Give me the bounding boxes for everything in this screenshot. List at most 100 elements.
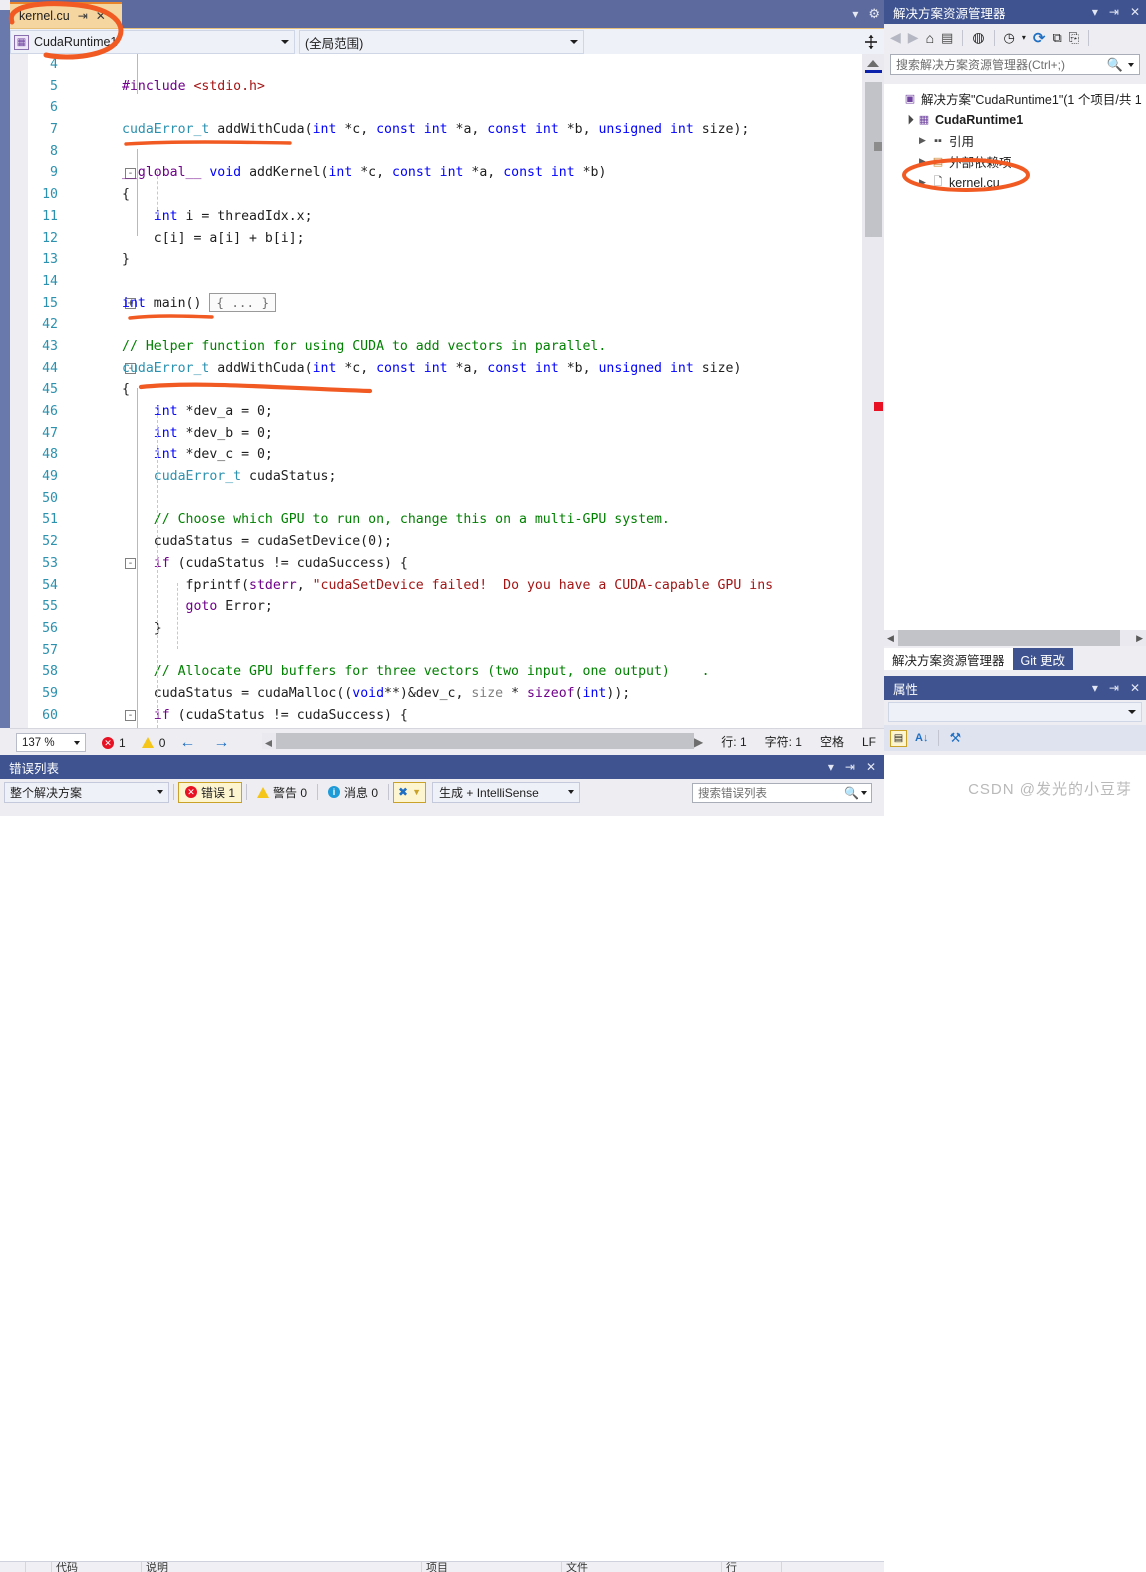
forward-icon[interactable]: ▶ — [908, 29, 919, 46]
pending-changes-icon[interactable]: ◷ — [1004, 30, 1015, 46]
back-icon[interactable]: ◀ — [890, 29, 901, 46]
scroll-right-icon[interactable]: ▶ — [1136, 633, 1143, 644]
code-line[interactable]: 44 cudaError_t addWithCuda(int *c, const … — [10, 358, 862, 380]
warnings-filter-button[interactable]: 警告 0 — [251, 782, 313, 803]
eol-indicator[interactable]: LF — [862, 735, 876, 749]
chevron-down-icon[interactable]: ▾ — [1092, 5, 1098, 19]
clear-filter-button[interactable]: ✖ ▼ — [393, 781, 427, 803]
chevron-collapsed-icon[interactable]: ▶ — [916, 156, 929, 167]
code-line[interactable]: 43 // Helper function for using CUDA to a… — [10, 336, 862, 358]
code-line[interactable]: 15 int main() { ... } — [10, 293, 862, 315]
navigate-backward-icon[interactable]: ← — [179, 734, 195, 752]
tree-item-label: CudaRuntime1 — [935, 112, 1024, 127]
code-line[interactable]: 42 — [10, 314, 862, 336]
error-count-indicator[interactable]: ✕ 1 — [102, 736, 126, 750]
navbar-scope-combo[interactable]: ▦ CudaRuntime1 — [10, 30, 295, 54]
error-list-column-header[interactable]: 文件 — [562, 1562, 722, 1572]
search-icon[interactable]: 🔍 — [844, 786, 859, 800]
chevron-down-icon[interactable] — [1128, 62, 1134, 67]
close-icon[interactable]: ✕ — [866, 760, 876, 774]
pin-icon[interactable]: ⇥ — [1109, 5, 1119, 19]
tree-item-node[interactable]: ▶ ▪▪ 引用 — [884, 130, 1146, 151]
navigate-forward-icon[interactable]: → — [213, 734, 229, 752]
error-list-column-header[interactable] — [0, 1562, 26, 1572]
pin-icon[interactable]: ⇥ — [1109, 681, 1119, 695]
warning-count-indicator[interactable]: 0 — [141, 736, 165, 750]
code-line[interactable]: 7 cudaError_t addWithCuda(int *c, const i… — [10, 119, 862, 141]
error-list-column-header[interactable]: 行 — [722, 1562, 782, 1572]
dock-tab-solution-explorer[interactable]: 解决方案资源管理器 — [884, 648, 1013, 670]
errors-filter-button[interactable]: ✕ 错误 1 — [178, 781, 243, 803]
error-icon: ✕ — [102, 736, 114, 749]
search-icon[interactable]: 🔍 — [1107, 57, 1123, 73]
properties-icon[interactable]: ⎘ — [1069, 30, 1079, 46]
categorized-icon[interactable]: ▤ — [890, 729, 907, 747]
build-filter-combo[interactable]: 生成 + IntelliSense — [432, 781, 581, 803]
chevron-collapsed-icon[interactable]: ▶ — [916, 177, 929, 188]
scroll-right-icon[interactable]: ▶ — [694, 735, 703, 749]
scroll-left-icon[interactable]: ◀ — [887, 633, 894, 644]
indentation-indicator[interactable]: 空格 — [820, 733, 844, 750]
error-list-column-header[interactable] — [26, 1562, 52, 1572]
error-list-column-header[interactable]: 说明 — [142, 1562, 422, 1572]
dock-tab-git-changes[interactable]: Git 更改 — [1012, 648, 1073, 670]
line-number: 4 — [50, 57, 58, 72]
warning-icon — [257, 786, 270, 798]
close-icon[interactable]: ✕ — [1130, 681, 1140, 695]
navbar-member-combo[interactable]: (全局范围) — [299, 30, 584, 54]
zoom-level-combo[interactable]: 137 % — [16, 733, 86, 752]
editor-horizontal-scrollbar[interactable] — [262, 733, 694, 749]
code-line[interactable]: 14 — [10, 271, 862, 293]
char-indicator[interactable]: 字符: 1 — [765, 733, 802, 750]
error-list-column-header[interactable]: 代码 — [52, 1562, 142, 1572]
home-icon[interactable]: ⌂ — [926, 30, 934, 46]
pin-icon[interactable]: ⇥ — [78, 10, 88, 22]
error-list-column-header[interactable]: 项目 — [422, 1562, 562, 1572]
chevron-down-icon[interactable]: ▾ — [1092, 681, 1098, 695]
split-window-icon[interactable] — [858, 29, 884, 55]
scrollbar-error-marker[interactable] — [874, 402, 883, 411]
tree-item-node[interactable]: ▣ 解决方案"CudaRuntime1"(1 个项目/共 1 — [884, 88, 1146, 109]
scrollbar-thumb[interactable] — [865, 82, 882, 237]
chevron-down-icon[interactable] — [861, 791, 867, 795]
code-line[interactable]: 13} — [10, 249, 862, 271]
hscrollbar-thumb[interactable] — [898, 630, 1120, 646]
error-scope-combo[interactable]: 整个解决方案 — [4, 781, 169, 803]
collapse-all-icon[interactable]: ⧉ — [1052, 30, 1061, 46]
error-list-search-input[interactable]: 搜索错误列表 🔍 — [692, 783, 872, 803]
property-pages-icon[interactable]: ⚒ — [949, 730, 961, 746]
toolbar-separator — [938, 730, 940, 746]
chevron-down-icon[interactable]: ▾ — [1022, 33, 1026, 42]
tree-item-kernel-cu[interactable]: ▶ 🗋 kernel.cu — [884, 172, 1146, 193]
hscrollbar-thumb[interactable] — [276, 733, 694, 749]
solution-explorer-search-input[interactable]: 搜索解决方案资源管理器(Ctrl+;) 🔍 — [890, 54, 1140, 75]
chevron-collapsed-icon[interactable]: ▶ — [916, 135, 929, 146]
code-text: { — [122, 187, 130, 203]
close-icon[interactable]: ✕ — [1130, 5, 1140, 19]
code-line[interactable]: 6 — [10, 97, 862, 119]
line-indicator[interactable]: 行: 1 — [721, 733, 746, 750]
toolbar-separator — [388, 784, 390, 800]
editor-vertical-scrollbar[interactable] — [862, 54, 884, 728]
structure-guide — [137, 54, 138, 94]
chevron-down-icon[interactable]: ▾ — [828, 760, 834, 774]
chevron-down-icon[interactable]: ▾ — [852, 7, 858, 21]
gear-icon[interactable]: ⚙ — [868, 6, 880, 22]
switch-views-icon[interactable]: ▤ — [941, 30, 953, 46]
scroll-left-icon[interactable] — [264, 737, 273, 751]
show-all-files-icon[interactable]: ◍ — [972, 29, 984, 46]
pin-icon[interactable]: ⇥ — [845, 760, 855, 774]
tree-item-node[interactable]: ▶ ▤ 外部依赖项 — [884, 151, 1146, 172]
properties-object-combo[interactable] — [888, 702, 1142, 722]
refresh-icon[interactable]: ⟳ — [1033, 29, 1046, 47]
warnings-filter-label: 警告 0 — [273, 785, 308, 800]
alphabetical-icon[interactable]: A↓ — [915, 732, 928, 744]
solution-tree[interactable]: ▣ 解决方案"CudaRuntime1"(1 个项目/共 1 ◢ ▦ CudaRunti… — [884, 84, 1146, 630]
tab-kernel-cu[interactable]: kernel.cu ⇥ ✕ — [10, 2, 122, 28]
solution-explorer-hscrollbar[interactable]: ◀ ▶ — [884, 630, 1146, 646]
code-editor-surface[interactable]: 4 5 #include <stdio.h> 6 7 cudaError_t addWit… — [10, 54, 884, 728]
scroll-up-icon[interactable] — [866, 57, 880, 67]
close-icon[interactable]: ✕ — [96, 10, 106, 22]
messages-filter-button[interactable]: i 消息 0 — [322, 782, 384, 803]
tree-item-node[interactable]: ◢ ▦ CudaRuntime1 — [884, 109, 1146, 130]
